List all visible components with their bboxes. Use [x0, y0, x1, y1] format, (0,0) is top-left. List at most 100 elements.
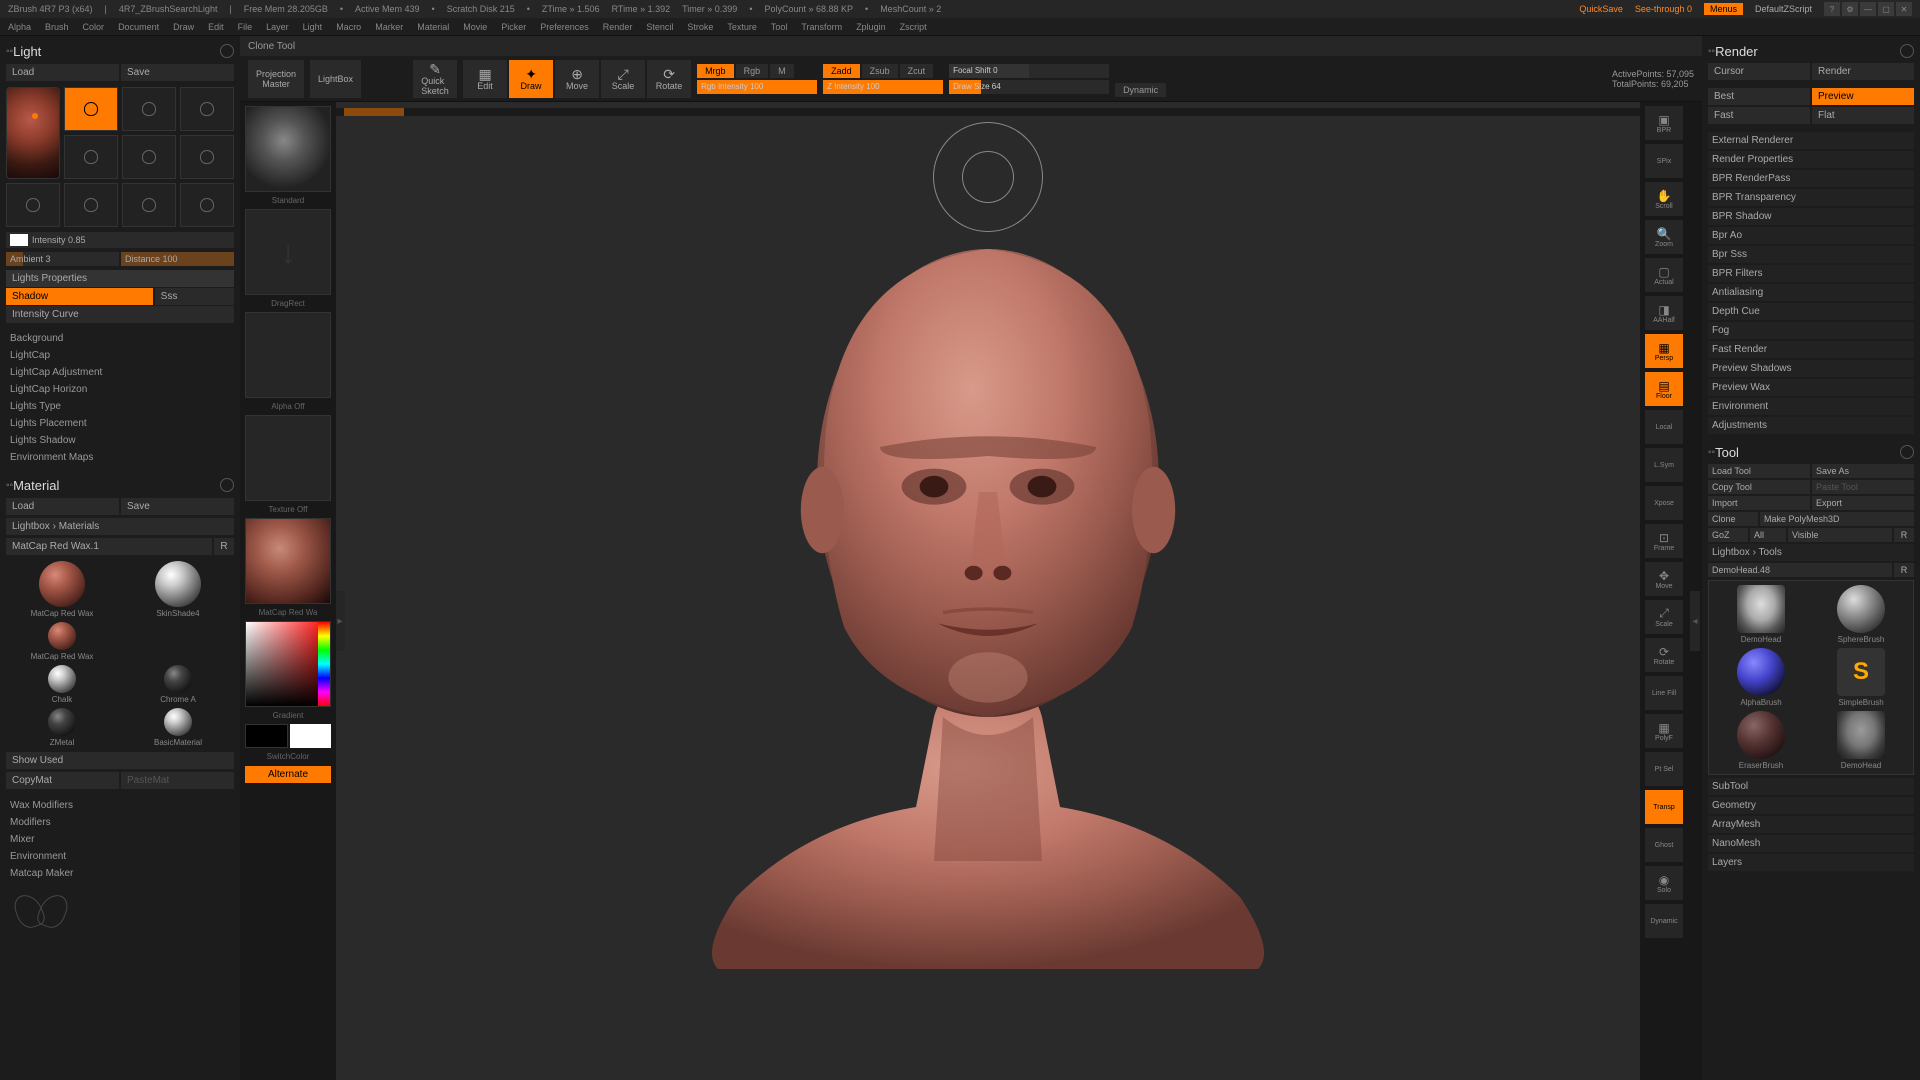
tool-thumb-demohead[interactable]: DemoHead	[1713, 585, 1809, 644]
lsym-button[interactable]: L.Sym	[1645, 448, 1683, 482]
menu-movie[interactable]: Movie	[463, 22, 487, 32]
tool-item-nanomesh[interactable]: NanoMesh	[1708, 835, 1914, 852]
light-intensity-slider[interactable]: Intensity 0.85	[6, 232, 234, 248]
material-thumb-1[interactable]: SkinShade4	[122, 561, 234, 618]
tool-thumb-eraserbrush[interactable]: EraserBrush	[1713, 711, 1809, 770]
zsub-toggle[interactable]: Zsub	[862, 64, 898, 78]
goz-visible-button[interactable]: Visible	[1788, 528, 1892, 542]
lights-properties-header[interactable]: Lights Properties	[6, 270, 234, 287]
render-item-preview-wax[interactable]: Preview Wax	[1708, 379, 1914, 396]
light-preview-sphere[interactable]	[6, 87, 60, 179]
close-icon[interactable]: ✕	[1896, 2, 1912, 16]
tool-item-arraymesh[interactable]: ArrayMesh	[1708, 816, 1914, 833]
material-palette-header[interactable]: ◦◦ Material	[6, 474, 234, 496]
light-slot-8[interactable]	[64, 183, 118, 227]
light-slot-1[interactable]	[64, 87, 118, 131]
light-slot-4[interactable]	[64, 135, 118, 179]
tool-item-subtool[interactable]: SubTool	[1708, 778, 1914, 795]
tool-thumb-simplebrush[interactable]: SSimpleBrush	[1813, 648, 1909, 707]
sss-toggle[interactable]: Sss	[155, 288, 234, 305]
menu-zplugin[interactable]: Zplugin	[856, 22, 886, 32]
material-thumb-4[interactable]: Chrome A	[122, 665, 234, 704]
render-item-sss[interactable]: Bpr Sss	[1708, 246, 1914, 263]
menu-transform[interactable]: Transform	[801, 22, 842, 32]
menu-edit[interactable]: Edit	[208, 22, 224, 32]
light-item-lightcap[interactable]: LightCap	[6, 347, 234, 364]
render-item-fog[interactable]: Fog	[1708, 322, 1914, 339]
move-mode-button[interactable]: ⊕Move	[555, 60, 599, 98]
secondary-color-swatch[interactable]	[245, 724, 288, 748]
dock-icon[interactable]: ◦◦	[6, 46, 13, 57]
menu-stroke[interactable]: Stroke	[687, 22, 713, 32]
refresh-icon[interactable]	[1900, 445, 1914, 459]
light-slot-5[interactable]	[122, 135, 176, 179]
clone-button[interactable]: Clone	[1708, 512, 1758, 526]
settings-icon[interactable]: ⚙	[1842, 2, 1858, 16]
material-thumb-2[interactable]: MatCap Red Wax	[6, 622, 118, 661]
stroke-selector[interactable]: ↓	[245, 209, 331, 295]
polyf-button[interactable]: ▦PolyF	[1645, 714, 1683, 748]
light-load-button[interactable]: Load	[6, 64, 119, 81]
material-r-button[interactable]: R	[214, 538, 234, 555]
refresh-icon[interactable]	[220, 478, 234, 492]
edit-mode-button[interactable]: ▦Edit	[463, 60, 507, 98]
menu-marker[interactable]: Marker	[375, 22, 403, 32]
render-palette-header[interactable]: ◦◦ Render	[1708, 40, 1914, 62]
tool-item-geometry[interactable]: Geometry	[1708, 797, 1914, 814]
preview-button[interactable]: Preview	[1812, 88, 1914, 105]
primary-color-swatch[interactable]	[290, 724, 331, 748]
import-button[interactable]: Import	[1708, 496, 1810, 510]
light-slot-7[interactable]	[6, 183, 60, 227]
light-item-lightcap-adj[interactable]: LightCap Adjustment	[6, 364, 234, 381]
menu-macro[interactable]: Macro	[336, 22, 361, 32]
menus-toggle[interactable]: Menus	[1704, 3, 1743, 15]
local-button[interactable]: Local	[1645, 410, 1683, 444]
menu-stencil[interactable]: Stencil	[646, 22, 673, 32]
aahalf-button[interactable]: ◨AAHalf	[1645, 296, 1683, 330]
menu-brush[interactable]: Brush	[45, 22, 69, 32]
quicksave-button[interactable]: QuickSave	[1579, 4, 1623, 14]
shadow-toggle[interactable]: Shadow	[6, 288, 153, 305]
copymat-button[interactable]: CopyMat	[6, 772, 119, 789]
actual-button[interactable]: ▢Actual	[1645, 258, 1683, 292]
solo-button[interactable]: ◉Solo	[1645, 866, 1683, 900]
alternate-button[interactable]: Alternate	[245, 766, 331, 783]
quicksketch-button[interactable]: ✎Quick Sketch	[413, 60, 457, 98]
save-as-button[interactable]: Save As	[1812, 464, 1914, 478]
material-thumb-0[interactable]: MatCap Red Wax	[6, 561, 118, 618]
menu-file[interactable]: File	[238, 22, 253, 32]
menu-picker[interactable]: Picker	[501, 22, 526, 32]
goz-all-button[interactable]: All	[1750, 528, 1786, 542]
focal-shift-slider[interactable]: Focal Shift 0	[949, 64, 1109, 78]
ghost-button[interactable]: Ghost	[1645, 828, 1683, 862]
goz-button[interactable]: GoZ	[1708, 528, 1748, 542]
texture-selector[interactable]	[245, 415, 331, 501]
material-name-field[interactable]: MatCap Red Wax.1	[6, 538, 212, 555]
tool-thumb-spherebrush[interactable]: SphereBrush	[1813, 585, 1909, 644]
rgb-intensity-slider[interactable]: Rgb Intensity 100	[697, 80, 817, 94]
material-item-environment[interactable]: Environment	[6, 848, 234, 865]
menu-tool[interactable]: Tool	[771, 22, 788, 32]
refresh-icon[interactable]	[1900, 44, 1914, 58]
frame-button[interactable]: ⊡Frame	[1645, 524, 1683, 558]
scale-mode-button[interactable]: ⤢Scale	[601, 60, 645, 98]
menu-zscript[interactable]: Zscript	[900, 22, 927, 32]
right-tray-handle[interactable]: ◂	[1690, 591, 1700, 651]
pt-sel-button[interactable]: Pt Sel	[1645, 752, 1683, 786]
spix-button[interactable]: SPix	[1645, 144, 1683, 178]
zoom-button[interactable]: 🔍Zoom	[1645, 220, 1683, 254]
light-slot-3[interactable]	[180, 87, 234, 131]
material-thumb-5[interactable]: ZMetal	[6, 708, 118, 747]
light-slot-2[interactable]	[122, 87, 176, 131]
mesh-r-button[interactable]: R	[1894, 563, 1914, 577]
render-item-fastrender[interactable]: Fast Render	[1708, 341, 1914, 358]
copy-tool-button[interactable]: Copy Tool	[1708, 480, 1810, 494]
mrgb-toggle[interactable]: Mrgb	[697, 64, 734, 78]
light-save-button[interactable]: Save	[121, 64, 234, 81]
rotate-button[interactable]: ⟳Rotate	[1645, 638, 1683, 672]
render-item-environment[interactable]: Environment	[1708, 398, 1914, 415]
scroll-button[interactable]: ✋Scroll	[1645, 182, 1683, 216]
material-load-button[interactable]: Load	[6, 498, 119, 515]
render-item-filters[interactable]: BPR Filters	[1708, 265, 1914, 282]
seethrough-slider[interactable]: See-through 0	[1635, 4, 1692, 14]
